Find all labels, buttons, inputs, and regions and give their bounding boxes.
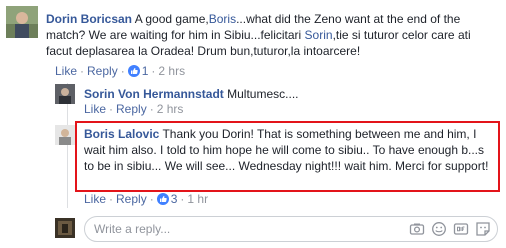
- comment-sorin-text: Multumesc....: [223, 87, 299, 101]
- reply-icons: [409, 221, 491, 237]
- sticker-icon[interactable]: [475, 221, 491, 237]
- reply-button[interactable]: Reply: [87, 64, 118, 78]
- like-count[interactable]: 3: [171, 192, 178, 206]
- comment-sorin-actions: Like · Reply · 2 hrs: [84, 102, 184, 116]
- timestamp[interactable]: 2 hrs: [158, 64, 185, 78]
- avatar-boris-image: [55, 125, 75, 145]
- comment-dorin-body: Dorin Boricsan A good game,Boris...what …: [46, 11, 496, 59]
- avatar-dorin[interactable]: [6, 6, 38, 38]
- like-count[interactable]: 1: [142, 64, 149, 78]
- emoji-icon[interactable]: [431, 221, 447, 237]
- like-button[interactable]: Like: [55, 64, 77, 78]
- comment-boris-body: Boris Lalovic Thank you Dorin! That is s…: [84, 126, 494, 174]
- comment-dorin-text-1: A good game,: [132, 12, 209, 26]
- avatar-boris[interactable]: [55, 125, 75, 145]
- reply-button[interactable]: Reply: [116, 192, 147, 206]
- author-dorin[interactable]: Dorin Boricsan: [46, 12, 132, 26]
- mention-boris[interactable]: Boris: [209, 12, 236, 26]
- comment-boris-actions: Like · Reply · 3 · 1 hr: [84, 192, 209, 206]
- avatar-dorin-image: [6, 6, 38, 38]
- camera-icon[interactable]: [409, 221, 425, 237]
- reply-button[interactable]: Reply: [116, 102, 147, 116]
- timestamp[interactable]: 2 hrs: [157, 102, 184, 116]
- avatar-sorin[interactable]: [55, 84, 75, 104]
- reply-input[interactable]: Write a reply...: [84, 216, 498, 242]
- comment-sorin-body: Sorin Von Hermannstadt Multumesc....: [84, 86, 494, 102]
- avatar-current-user-image: [55, 218, 75, 238]
- timestamp[interactable]: 1 hr: [187, 192, 208, 206]
- gif-icon[interactable]: [453, 221, 469, 237]
- author-boris[interactable]: Boris Lalovic: [84, 127, 159, 141]
- like-thumb-icon[interactable]: [156, 193, 169, 205]
- like-thumb-icon[interactable]: [127, 65, 140, 77]
- like-button[interactable]: Like: [84, 192, 106, 206]
- reply-placeholder: Write a reply...: [94, 222, 171, 236]
- author-sorin[interactable]: Sorin Von Hermannstadt: [84, 87, 224, 101]
- comment-dorin-actions: Like · Reply · 1 · 2 hrs: [55, 64, 186, 78]
- like-button[interactable]: Like: [84, 102, 106, 116]
- mention-sorin[interactable]: Sorin: [305, 28, 333, 42]
- avatar-sorin-image: [55, 84, 75, 104]
- avatar-current-user: [55, 218, 75, 238]
